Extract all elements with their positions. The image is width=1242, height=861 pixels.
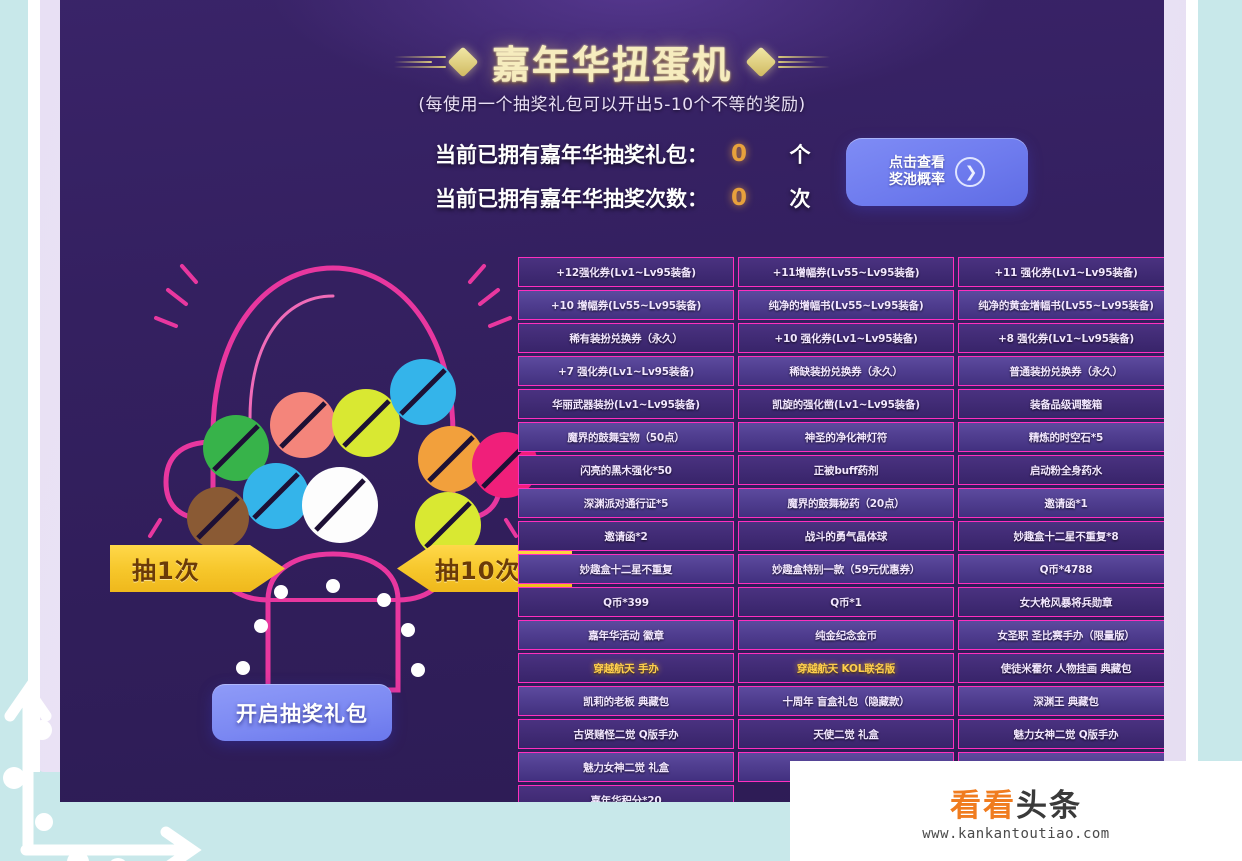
prize-column-3: +11 强化券(Lv1~Lv95装备) 纯净的黄金增幅书(Lv55~Lv95装备)… bbox=[958, 257, 1164, 802]
decorative-arrows bbox=[0, 672, 250, 861]
diamond-icon-right bbox=[745, 45, 777, 78]
prize-cell: 天使二觉 礼盒 bbox=[738, 719, 954, 749]
prize-cell: 魔界的鼓舞秘药（20点） bbox=[738, 488, 954, 518]
draw-once-button[interactable]: 抽1次 bbox=[110, 545, 285, 592]
stats-block: 当前已拥有嘉年华抽奖礼包： 0 个 当前已拥有嘉年华抽奖次数： 0 次 bbox=[418, 132, 878, 220]
prize-cell: 深渊派对通行证*5 bbox=[518, 488, 734, 518]
prize-cell: 嘉年华活动 徽章 bbox=[518, 620, 734, 650]
prize-cell: 精炼的时空石*5 bbox=[958, 422, 1164, 452]
view-odds-button[interactable]: 点击查看 奖池概率 ❯ bbox=[846, 138, 1028, 206]
prize-cell: 神圣的净化神灯符 bbox=[738, 422, 954, 452]
prize-cell: +11增幅券(Lv55~Lv95装备) bbox=[738, 257, 954, 287]
page-subtitle: (每使用一个抽奖礼包可以开出5-10个不等的奖励) bbox=[418, 95, 806, 115]
title-ornament-right bbox=[745, 45, 830, 78]
page-title: 嘉年华扭蛋机 bbox=[492, 34, 732, 89]
prize-cell: Q币*4788 bbox=[958, 554, 1164, 584]
stat-value-draws: 0 bbox=[730, 185, 747, 211]
prize-cell: +10 增幅券(Lv55~Lv95装备) bbox=[518, 290, 734, 320]
prize-cell: 普通装扮兑换券（永久） bbox=[958, 356, 1164, 386]
prize-cell: 女圣职 圣比赛手办（限量版） bbox=[958, 620, 1164, 650]
prize-cell: Q币*399 bbox=[518, 587, 734, 617]
ornament-lines-left bbox=[393, 55, 446, 68]
stat-row-packs: 当前已拥有嘉年华抽奖礼包： 0 个 bbox=[418, 132, 878, 176]
watermark: 看看头条 www.kankantoutiao.com bbox=[790, 761, 1242, 861]
watermark-brand-dark: 头条 bbox=[1016, 788, 1082, 824]
prize-cell: 纯金纪念金币 bbox=[738, 620, 954, 650]
prize-cell: 装备品级调整箱 bbox=[958, 389, 1164, 419]
page-background: 嘉年华扭蛋机 (每使用一个抽奖礼包可以开出5-10个不等的奖励) 当前已拥有嘉年… bbox=[0, 0, 1242, 861]
prize-cell: 稀缺装扮兑换券（永久） bbox=[738, 356, 954, 386]
prize-table: +12强化券(Lv1~Lv95装备) +10 增幅券(Lv55~Lv95装备) 稀有… bbox=[518, 257, 1164, 802]
title-ornament-left bbox=[393, 45, 479, 78]
prize-cell: Q币*1 bbox=[738, 587, 954, 617]
prize-cell: 女大枪风暴将兵勋章 bbox=[958, 587, 1164, 617]
title-row: 嘉年华扭蛋机 bbox=[60, 34, 1164, 89]
prize-column-1: +12强化券(Lv1~Lv95装备) +10 增幅券(Lv55~Lv95装备) 稀有… bbox=[518, 257, 734, 802]
view-odds-line2: 奖池概率 bbox=[889, 172, 945, 188]
stat-unit-draws: 次 bbox=[789, 187, 811, 211]
prize-cell: 纯净的增幅书(Lv55~Lv95装备) bbox=[738, 290, 954, 320]
prize-cell: 穿越航天 KOL联名版 bbox=[738, 653, 954, 683]
stat-value-packs: 0 bbox=[730, 141, 747, 167]
frame-white-stripe-left bbox=[28, 0, 40, 772]
prize-column-2: +11增幅券(Lv55~Lv95装备) 纯净的增幅书(Lv55~Lv95装备) +1… bbox=[738, 257, 954, 802]
prize-cell: 战斗的勇气晶体球 bbox=[738, 521, 954, 551]
view-odds-line1: 点击查看 bbox=[889, 154, 945, 171]
prize-cell: 邀请函*2 bbox=[518, 521, 734, 551]
prize-cell: 纯净的黄金增幅书(Lv55~Lv95装备) bbox=[958, 290, 1164, 320]
stat-row-draws: 当前已拥有嘉年华抽奖次数： 0 次 bbox=[418, 176, 878, 220]
gashapon-machine-illustration bbox=[118, 220, 548, 710]
watermark-brand-orange: 看看 bbox=[950, 788, 1016, 824]
watermark-logo: 看看头条 bbox=[950, 780, 1082, 825]
prize-cell: 妙趣盒特别一款（59元优惠券） bbox=[738, 554, 954, 584]
view-odds-label: 点击查看 奖池概率 bbox=[889, 155, 945, 190]
watermark-url: www.kankantoutiao.com bbox=[922, 826, 1110, 842]
prize-cell: 妙趣盒十二星不重复*8 bbox=[958, 521, 1164, 551]
stat-label-packs: 当前已拥有嘉年华抽奖礼包： bbox=[435, 143, 708, 167]
diamond-icon-left bbox=[447, 45, 479, 78]
prize-cell: 邀请函*1 bbox=[958, 488, 1164, 518]
prize-cell: 魅力女神二觉 Q版手办 bbox=[958, 719, 1164, 749]
prize-cell: 魔界的鼓舞宝物（50点） bbox=[518, 422, 734, 452]
prize-cell: 嘉年华积分*20 bbox=[518, 785, 734, 802]
prize-cell: 使徒米霍尔 人物挂画 典藏包 bbox=[958, 653, 1164, 683]
stat-label-draws: 当前已拥有嘉年华抽奖次数： bbox=[435, 187, 708, 211]
prize-cell: +8 强化券(Lv1~Lv95装备) bbox=[958, 323, 1164, 353]
frame-white-stripe-right bbox=[1186, 0, 1198, 772]
prize-cell: +10 强化券(Lv1~Lv95装备) bbox=[738, 323, 954, 353]
prize-cell: +12强化券(Lv1~Lv95装备) bbox=[518, 257, 734, 287]
prize-cell: 启动粉全身药水 bbox=[958, 455, 1164, 485]
stat-unit-packs: 个 bbox=[789, 143, 811, 167]
prize-cell: 十周年 盲盒礼包（隐藏款） bbox=[738, 686, 954, 716]
prize-cell: 妙趣盒十二星不重复 bbox=[518, 554, 734, 584]
prize-cell: 正被buff药剂 bbox=[738, 455, 954, 485]
prize-cell: 闪亮的黑木强化*50 bbox=[518, 455, 734, 485]
prize-cell: 凯莉的老板 典藏包 bbox=[518, 686, 734, 716]
prize-cell: +7 强化券(Lv1~Lv95装备) bbox=[518, 356, 734, 386]
prize-cell: 魅力女神二觉 礼盒 bbox=[518, 752, 734, 782]
prize-cell: 古贤赌怪二觉 Q版手办 bbox=[518, 719, 734, 749]
prize-cell: 稀有装扮兑换券（永久） bbox=[518, 323, 734, 353]
prize-cell: 华丽武器装扮(Lv1~Lv95装备) bbox=[518, 389, 734, 419]
ornament-lines-right bbox=[778, 55, 830, 68]
prize-cell: +11 强化券(Lv1~Lv95装备) bbox=[958, 257, 1164, 287]
chevron-right-icon: ❯ bbox=[955, 157, 985, 187]
prize-cell: 凯旋的强化凿(Lv1~Lv95装备) bbox=[738, 389, 954, 419]
prize-cell: 深渊王 典藏包 bbox=[958, 686, 1164, 716]
prize-cell: 穿越航天 手办 bbox=[518, 653, 734, 683]
